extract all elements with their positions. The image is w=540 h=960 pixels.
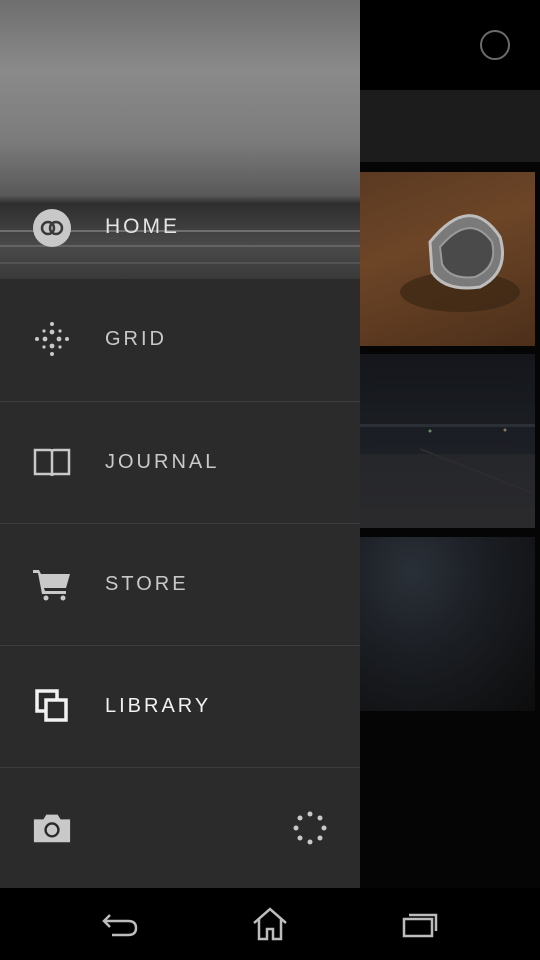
photo-thumbnail-night-road[interactable] xyxy=(360,354,535,528)
nav-item-home[interactable]: HOME xyxy=(0,205,360,250)
nav-item-library[interactable]: LIBRARY xyxy=(0,645,360,766)
grid-dots-icon xyxy=(32,319,72,359)
nav-item-grid[interactable]: GRID xyxy=(0,279,360,400)
library-icon xyxy=(32,686,72,726)
loading-dots-icon[interactable] xyxy=(290,808,330,848)
drawer-bottom-bar xyxy=(0,767,360,888)
nav-item-store[interactable]: STORE xyxy=(0,523,360,644)
nav-label-journal: JOURNAL xyxy=(105,451,220,473)
profile-circle-icon[interactable] xyxy=(480,30,510,60)
system-nav-bar xyxy=(0,888,540,960)
photo-thumbnail-blurred[interactable] xyxy=(360,537,535,711)
recent-apps-icon[interactable] xyxy=(400,906,440,942)
book-icon xyxy=(32,442,72,482)
camera-icon[interactable] xyxy=(32,808,72,848)
home-logo-icon xyxy=(33,209,71,247)
back-icon[interactable] xyxy=(100,906,140,942)
screen: HOME GRID JOURNAL STORE LIBRARY xyxy=(0,0,540,960)
nav-label-library: LIBRARY xyxy=(105,695,212,717)
app-toolbar xyxy=(360,90,540,162)
cart-icon xyxy=(32,564,72,604)
nav-label-grid: GRID xyxy=(105,328,167,350)
navigation-drawer: HOME GRID JOURNAL STORE LIBRARY xyxy=(0,0,360,888)
nav-item-journal[interactable]: JOURNAL xyxy=(0,401,360,522)
home-icon[interactable] xyxy=(250,906,290,942)
photo-thumbnail-ring[interactable] xyxy=(360,172,535,346)
nav-label-store: STORE xyxy=(105,573,189,595)
drawer-header-image: HOME xyxy=(0,0,360,279)
nav-label-home: HOME xyxy=(105,215,180,238)
